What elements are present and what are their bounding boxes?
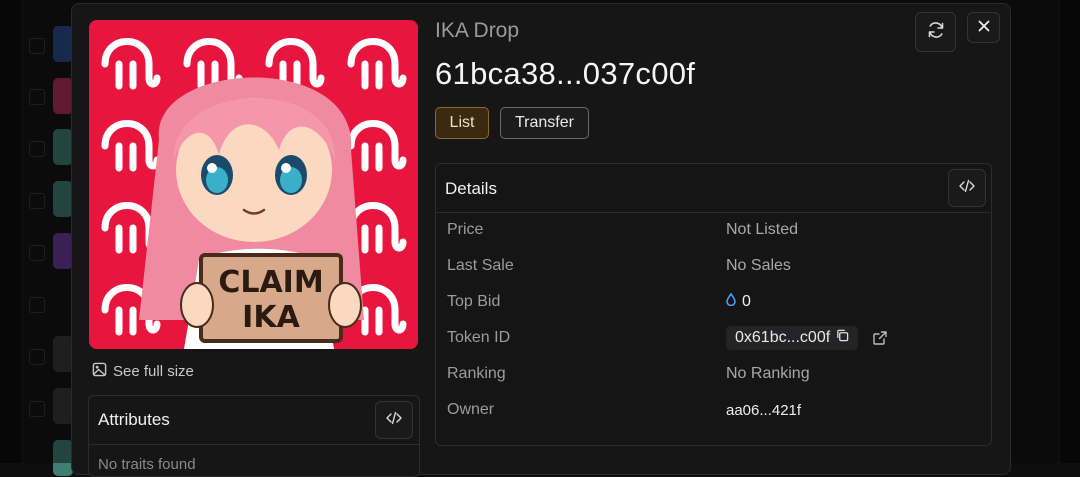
image-icon — [92, 362, 107, 381]
ranking-value: No Ranking — [726, 365, 810, 382]
price-label: Price — [447, 221, 484, 238]
close-icon — [978, 19, 990, 37]
see-full-size-label: See full size — [113, 363, 194, 380]
token-id-value: 0x61bc...c00f — [735, 329, 831, 346]
details-title: Details — [445, 179, 497, 198]
attributes-empty-text: No traits found — [98, 456, 196, 473]
collection-name[interactable]: IKA Drop — [435, 19, 519, 43]
code-icon — [386, 411, 402, 430]
attributes-card: Attributes No traits found — [88, 395, 420, 477]
ranking-label: Ranking — [447, 365, 506, 382]
top-bid-label: Top Bid — [447, 293, 501, 310]
details-divider — [436, 212, 991, 213]
token-id-label: Token ID — [447, 329, 511, 346]
code-icon — [959, 179, 975, 198]
attributes-title: Attributes — [98, 410, 170, 429]
external-link-icon[interactable] — [873, 331, 887, 350]
list-button[interactable]: List — [435, 107, 489, 139]
last-sale-label: Last Sale — [447, 257, 514, 274]
droplet-icon — [726, 292, 736, 311]
owner-label: Owner — [447, 401, 495, 418]
nft-title: 61bca38...037c00f — [435, 56, 696, 91]
copy-icon[interactable] — [836, 329, 849, 347]
close-button[interactable] — [967, 12, 1000, 43]
refresh-icon — [926, 20, 946, 45]
transfer-button[interactable]: Transfer — [500, 107, 589, 139]
attributes-divider — [89, 444, 419, 445]
details-code-button[interactable] — [948, 169, 986, 207]
attributes-code-button[interactable] — [375, 401, 413, 439]
svg-text:IKA: IKA — [242, 300, 300, 335]
see-full-size-link[interactable]: See full size — [92, 362, 194, 381]
price-value: Not Listed — [726, 221, 799, 238]
svg-text:CLAIM: CLAIM — [218, 265, 323, 300]
nft-image[interactable]: CLAIM IKA — [89, 20, 418, 349]
top-bid-value: 0 — [726, 292, 751, 311]
details-card: Details Price Not Listed Last Sale No Sa… — [435, 163, 992, 446]
nft-artwork: CLAIM IKA — [89, 20, 418, 349]
top-bid-amount: 0 — [742, 293, 751, 310]
token-id-pill[interactable]: 0x61bc...c00f — [726, 326, 859, 350]
owner-value[interactable]: aa06...421f — [726, 402, 801, 419]
refresh-button[interactable] — [915, 12, 956, 52]
last-sale-value: No Sales — [726, 257, 791, 274]
